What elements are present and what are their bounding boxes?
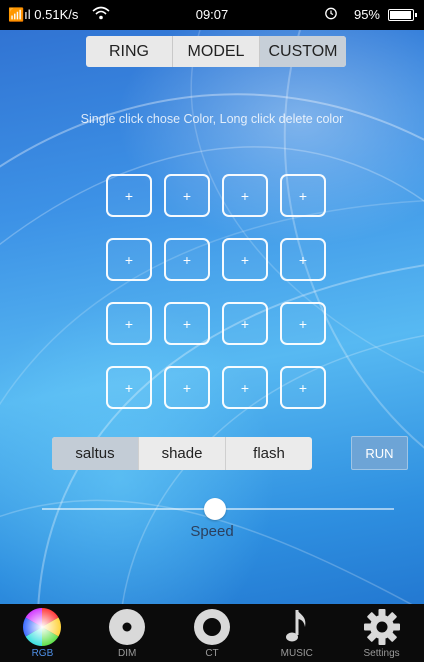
color-slot[interactable]: + — [222, 366, 268, 409]
tab-ring[interactable]: RING — [86, 36, 173, 67]
nav-label-dim: DIM — [118, 648, 137, 659]
mode-flash[interactable]: flash — [226, 437, 312, 470]
status-bar: 📶ıl 0.51K/s 09:07 95% — [0, 0, 424, 30]
color-slot[interactable]: + — [280, 366, 326, 409]
color-slot[interactable]: + — [222, 302, 268, 345]
mode-saltus[interactable]: saltus — [52, 437, 139, 470]
ct-ring-icon — [193, 609, 230, 645]
battery-icon — [388, 9, 417, 21]
color-slot[interactable]: + — [106, 366, 152, 409]
instruction-text: Single click chose Color, Long click del… — [80, 112, 344, 126]
color-slot[interactable]: + — [222, 238, 268, 281]
mode-selector: saltus shade flash — [52, 437, 312, 470]
color-slot[interactable]: + — [280, 174, 326, 217]
speed-slider-thumb[interactable] — [204, 498, 226, 520]
tab-model[interactable]: MODEL — [173, 36, 260, 67]
color-slot[interactable]: + — [106, 238, 152, 281]
nav-label-music: MUSIC — [280, 648, 313, 659]
color-wheel-icon — [23, 608, 62, 646]
color-slot[interactable]: + — [222, 174, 268, 217]
speed-label: Speed — [190, 523, 234, 540]
color-slot[interactable]: + — [106, 174, 152, 217]
tab-custom[interactable]: CUSTOM — [260, 36, 346, 67]
nav-settings[interactable]: Settings — [339, 604, 424, 662]
nav-rgb[interactable]: RGB — [0, 604, 85, 662]
color-slot[interactable]: + — [106, 302, 152, 345]
dim-disc-icon — [109, 609, 146, 645]
top-tabs: RING MODEL CUSTOM — [86, 36, 346, 67]
battery-fill — [390, 11, 411, 19]
mode-shade[interactable]: shade — [139, 437, 226, 470]
color-slot[interactable]: + — [164, 366, 210, 409]
nav-label-settings: Settings — [363, 648, 400, 659]
battery-percent: 95% — [353, 7, 380, 22]
app-screen: 📶ıl 0.51K/s 09:07 95% RING MODEL CUSTOM … — [0, 0, 424, 662]
nav-dim[interactable]: DIM — [85, 604, 170, 662]
nav-label-ct: CT — [205, 648, 219, 659]
run-button[interactable]: RUN — [351, 436, 408, 470]
color-slot[interactable]: + — [280, 238, 326, 281]
bottom-nav: RGB DIM CT MUSIC Settings — [0, 604, 424, 662]
nav-label-rgb: RGB — [31, 648, 54, 659]
color-slot-grid: + + + + + + + + + + + + + + + + — [106, 174, 328, 409]
color-slot[interactable]: + — [164, 302, 210, 345]
color-slot[interactable]: + — [164, 238, 210, 281]
color-slot[interactable]: + — [164, 174, 210, 217]
gear-icon — [363, 609, 400, 645]
nav-music[interactable]: MUSIC — [254, 604, 339, 662]
music-note-icon — [285, 610, 306, 642]
nav-ct[interactable]: CT — [170, 604, 255, 662]
color-slot[interactable]: + — [280, 302, 326, 345]
alarm-icon — [324, 6, 338, 23]
